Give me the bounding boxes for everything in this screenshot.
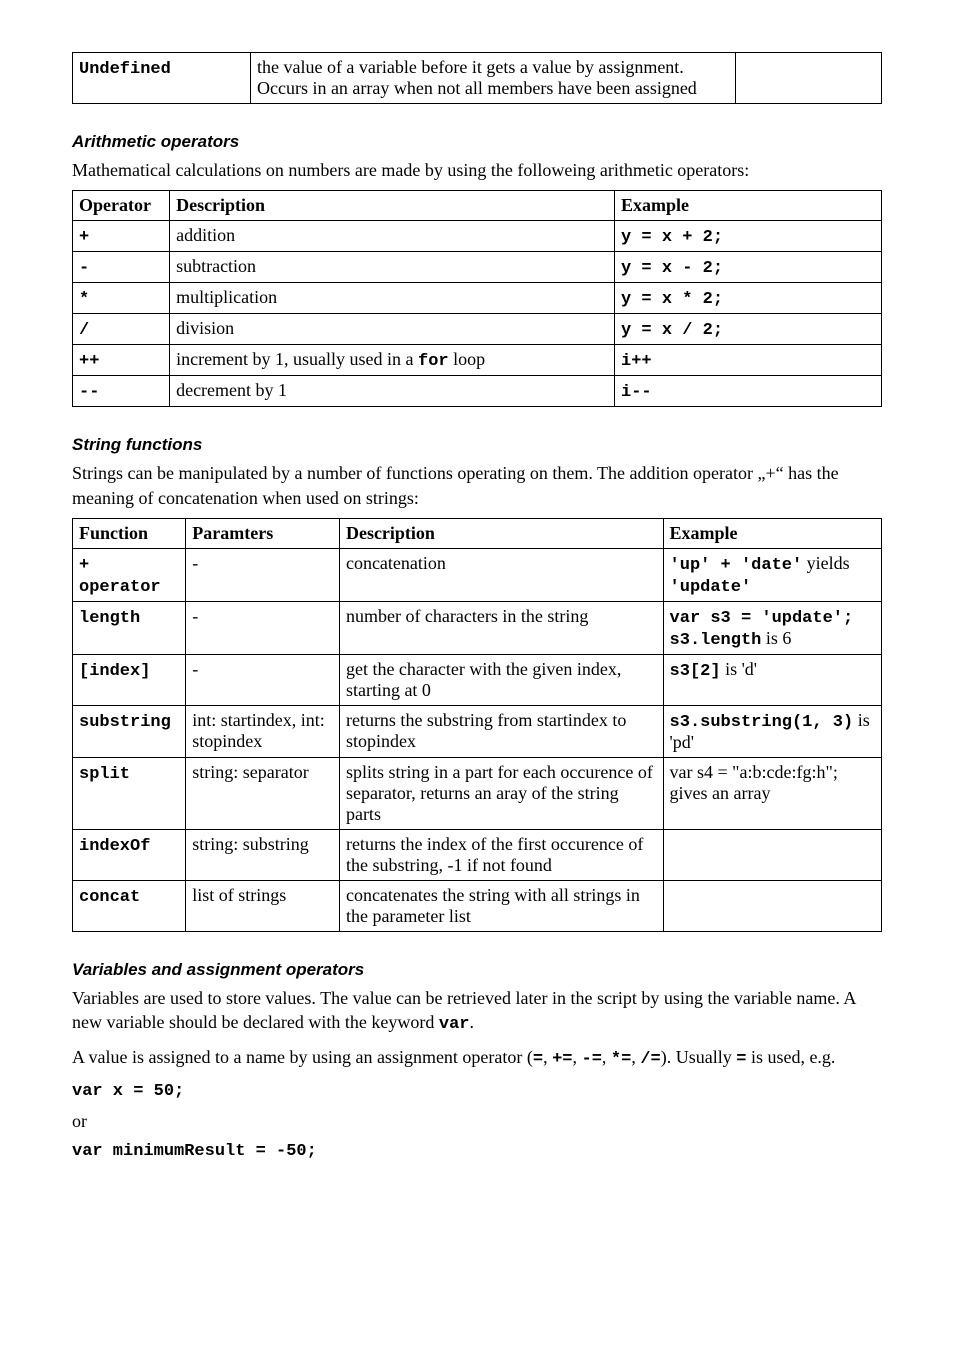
function-example: s3[2] is 'd'	[663, 654, 881, 705]
table-row: + addition y = x + 2;	[73, 221, 882, 252]
operator: /	[79, 321, 89, 340]
operator: --	[79, 383, 99, 402]
function-example: 'up' + 'date' yields 'update'	[663, 548, 881, 601]
table-row: ++ increment by 1, usually used in a for…	[73, 345, 882, 376]
variables-paragraph-1: Variables are used to store values. The …	[72, 986, 882, 1037]
function-desc: concatenates the string with all strings…	[339, 880, 663, 931]
col-example: Example	[615, 191, 882, 221]
operator-desc: increment by 1, usually used in a for lo…	[170, 345, 615, 376]
function-example	[663, 880, 881, 931]
table-row: indexOf string: substring returns the in…	[73, 829, 882, 880]
function-example: s3.substring(1, 3) is 'pd'	[663, 705, 881, 757]
operator-desc: multiplication	[170, 283, 615, 314]
table-row: - subtraction y = x - 2;	[73, 252, 882, 283]
col-operator: Operator	[73, 191, 170, 221]
function-params: -	[186, 601, 340, 654]
arithmetic-heading: Arithmetic operators	[72, 132, 882, 152]
table-row: concat list of strings concatenates the …	[73, 880, 882, 931]
function-name: concat	[79, 888, 140, 907]
table-row: -- decrement by 1 i--	[73, 376, 882, 407]
table-row: * multiplication y = x * 2;	[73, 283, 882, 314]
function-params: string: substring	[186, 829, 340, 880]
function-desc: returns the index of the first occurence…	[339, 829, 663, 880]
function-name: length	[79, 609, 140, 628]
function-params: int: startindex, int: stopindex	[186, 705, 340, 757]
col-function: Function	[73, 518, 186, 548]
undefined-table: Undefined the value of a variable before…	[72, 52, 882, 104]
col-example: Example	[663, 518, 881, 548]
function-name: split	[79, 765, 130, 784]
col-description: Description	[339, 518, 663, 548]
function-example: var s3 = 'update'; s3.length is 6	[663, 601, 881, 654]
function-example: var s4 = "a:b:cde:fg:h"; gives an array	[663, 757, 881, 829]
variables-paragraph-2: A value is assigned to a name by using a…	[72, 1045, 882, 1072]
or-text: or	[72, 1111, 882, 1132]
operator: -	[79, 259, 89, 278]
table-header-row: Function Paramters Description Example	[73, 518, 882, 548]
type-extra	[736, 53, 882, 104]
operator-example: y = x * 2;	[621, 290, 723, 309]
function-params: string: separator	[186, 757, 340, 829]
function-desc: returns the substring from startindex to…	[339, 705, 663, 757]
col-description: Description	[170, 191, 615, 221]
function-name: + operator	[79, 556, 161, 597]
arithmetic-table: Operator Description Example + addition …	[72, 190, 882, 407]
table-header-row: Operator Description Example	[73, 191, 882, 221]
operator-example: y = x + 2;	[621, 228, 723, 247]
function-params: -	[186, 548, 340, 601]
table-row: length - number of characters in the str…	[73, 601, 882, 654]
operator-example: y = x / 2;	[621, 321, 723, 340]
arithmetic-intro: Mathematical calculations on numbers are…	[72, 158, 882, 182]
operator-desc: addition	[170, 221, 615, 252]
operator: *	[79, 290, 89, 309]
type-name: Undefined	[79, 60, 171, 79]
function-desc: get the character with the given index, …	[339, 654, 663, 705]
variables-heading: Variables and assignment operators	[72, 960, 882, 980]
operator-desc: division	[170, 314, 615, 345]
operator-example: y = x - 2;	[621, 259, 723, 278]
function-desc: concatenation	[339, 548, 663, 601]
table-row: + operator - concatenation 'up' + 'date'…	[73, 548, 882, 601]
operator: +	[79, 228, 89, 247]
table-row: substring int: startindex, int: stopinde…	[73, 705, 882, 757]
function-example	[663, 829, 881, 880]
operator-desc: subtraction	[170, 252, 615, 283]
table-row: Undefined the value of a variable before…	[73, 53, 882, 104]
function-desc: splits string in a part for each occuren…	[339, 757, 663, 829]
code-example-2: var minimumResult = -50;	[72, 1142, 882, 1161]
function-name: indexOf	[79, 837, 150, 856]
table-row: / division y = x / 2;	[73, 314, 882, 345]
operator-example: i--	[621, 383, 652, 402]
string-functions-table: Function Paramters Description Example +…	[72, 518, 882, 932]
function-name: [index]	[79, 662, 150, 681]
code-example-1: var x = 50;	[72, 1082, 882, 1101]
operator-desc: decrement by 1	[170, 376, 615, 407]
type-desc: the value of a variable before it gets a…	[250, 53, 735, 104]
string-functions-intro: Strings can be manipulated by a number o…	[72, 461, 882, 510]
operator-example: i++	[621, 352, 652, 371]
operator: ++	[79, 352, 99, 371]
col-parameters: Paramters	[186, 518, 340, 548]
table-row: split string: separator splits string in…	[73, 757, 882, 829]
function-params: list of strings	[186, 880, 340, 931]
function-desc: number of characters in the string	[339, 601, 663, 654]
function-params: -	[186, 654, 340, 705]
function-name: substring	[79, 713, 171, 732]
table-row: [index] - get the character with the giv…	[73, 654, 882, 705]
string-functions-heading: String functions	[72, 435, 882, 455]
